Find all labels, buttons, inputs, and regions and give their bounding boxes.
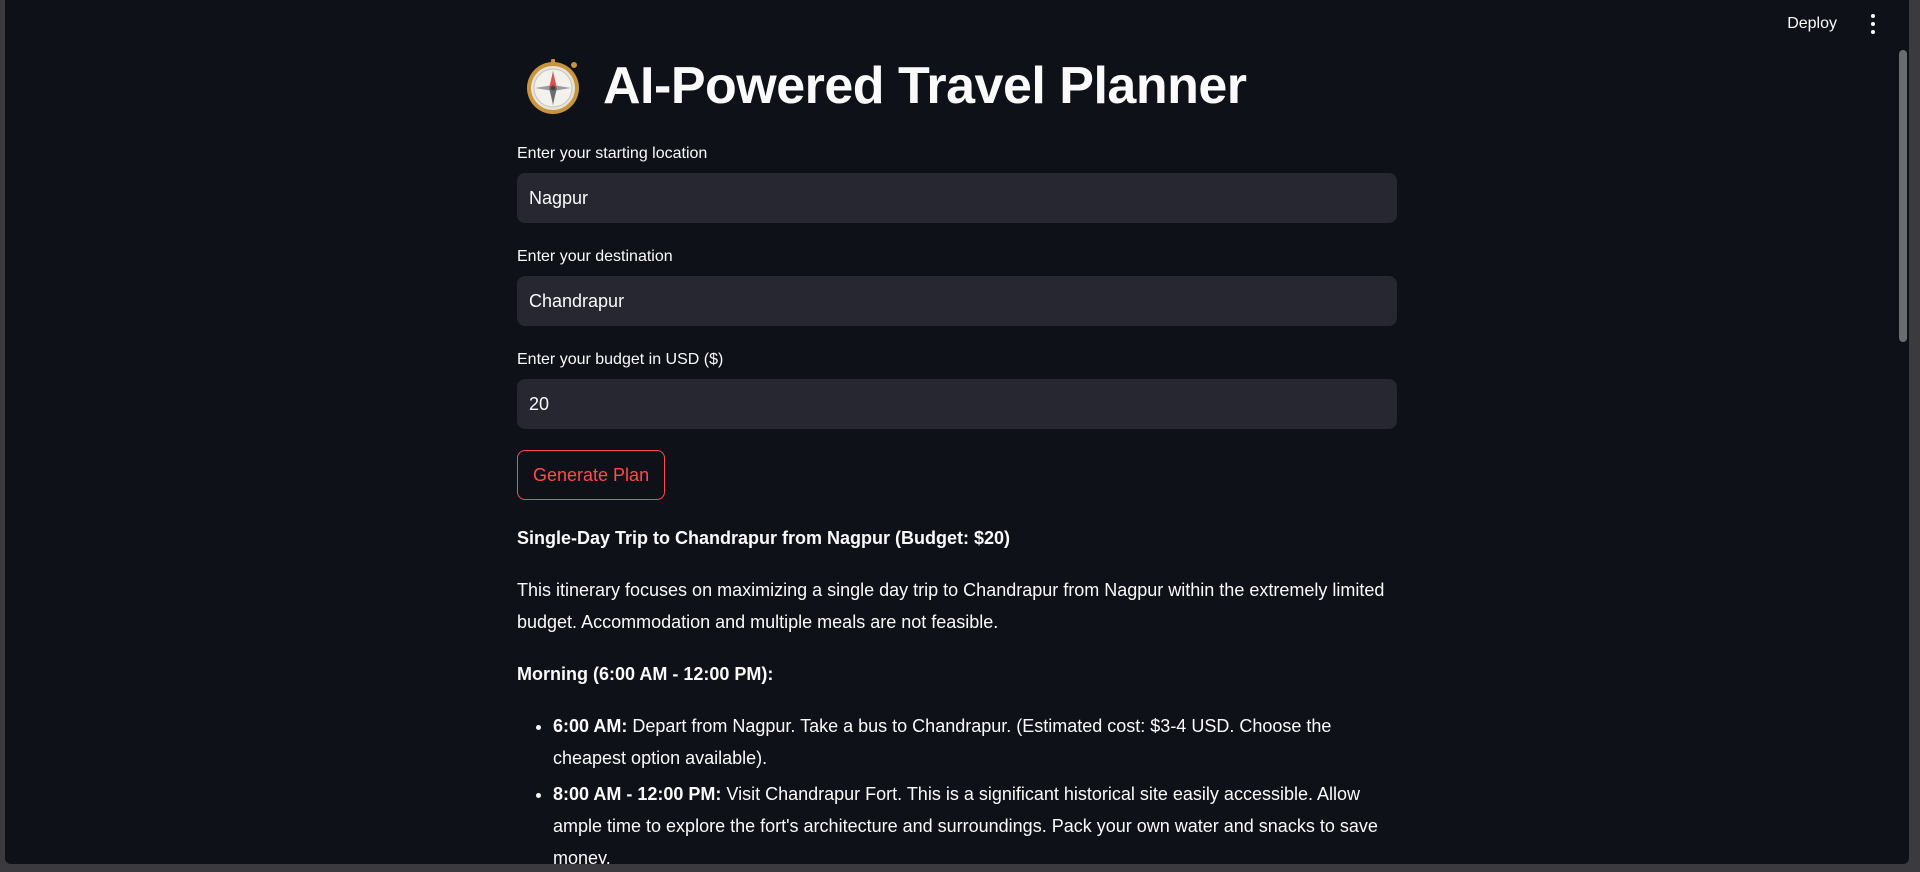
main-content: AI-Powered Travel Planner Enter your sta… (517, 0, 1397, 864)
list-item: 6:00 AM: Depart from Nagpur. Take a bus … (553, 710, 1397, 774)
budget-input[interactable] (517, 379, 1397, 429)
destination-field: Enter your destination (517, 247, 1397, 326)
morning-heading-text: Morning (6:00 AM - 12:00 PM): (517, 664, 774, 684)
title-row: AI-Powered Travel Planner (517, 52, 1397, 120)
compass-icon (527, 59, 579, 114)
list-item: 8:00 AM - 12:00 PM: Visit Chandrapur For… (553, 778, 1397, 864)
plan-heading: Single-Day Trip to Chandrapur from Nagpu… (517, 522, 1397, 554)
scrollbar[interactable] (1899, 50, 1907, 342)
page-title: AI-Powered Travel Planner (603, 57, 1247, 115)
plan-intro: This itinerary focuses on maximizing a s… (517, 580, 1385, 632)
budget-field: Enter your budget in USD ($) (517, 350, 1397, 429)
destination-input[interactable] (517, 276, 1397, 326)
start-location-field: Enter your starting location (517, 144, 1397, 223)
app-window: Deploy AI-Powered Travel Planner Enter y… (5, 0, 1909, 864)
button-row: Generate Plan (517, 450, 1397, 500)
kebab-menu-icon[interactable] (1863, 10, 1883, 38)
list-item-time: 6:00 AM: (553, 716, 628, 736)
toolbar: Deploy (1787, 10, 1883, 38)
plan-output: Single-Day Trip to Chandrapur from Nagpu… (517, 522, 1397, 864)
budget-label: Enter your budget in USD ($) (517, 351, 724, 368)
plan-heading-text: Single-Day Trip to Chandrapur from Nagpu… (517, 528, 1011, 548)
list-item-text: Depart from Nagpur. Take a bus to Chandr… (553, 716, 1332, 768)
start-location-label: Enter your starting location (517, 145, 708, 162)
deploy-button[interactable]: Deploy (1787, 11, 1837, 37)
generate-plan-button[interactable]: Generate Plan (517, 450, 666, 500)
destination-label: Enter your destination (517, 248, 673, 265)
start-location-input[interactable] (517, 173, 1397, 223)
morning-list: 6:00 AM: Depart from Nagpur. Take a bus … (517, 710, 1397, 864)
morning-heading: Morning (6:00 AM - 12:00 PM): (517, 658, 1397, 690)
list-item-time: 8:00 AM - 12:00 PM: (553, 784, 722, 804)
